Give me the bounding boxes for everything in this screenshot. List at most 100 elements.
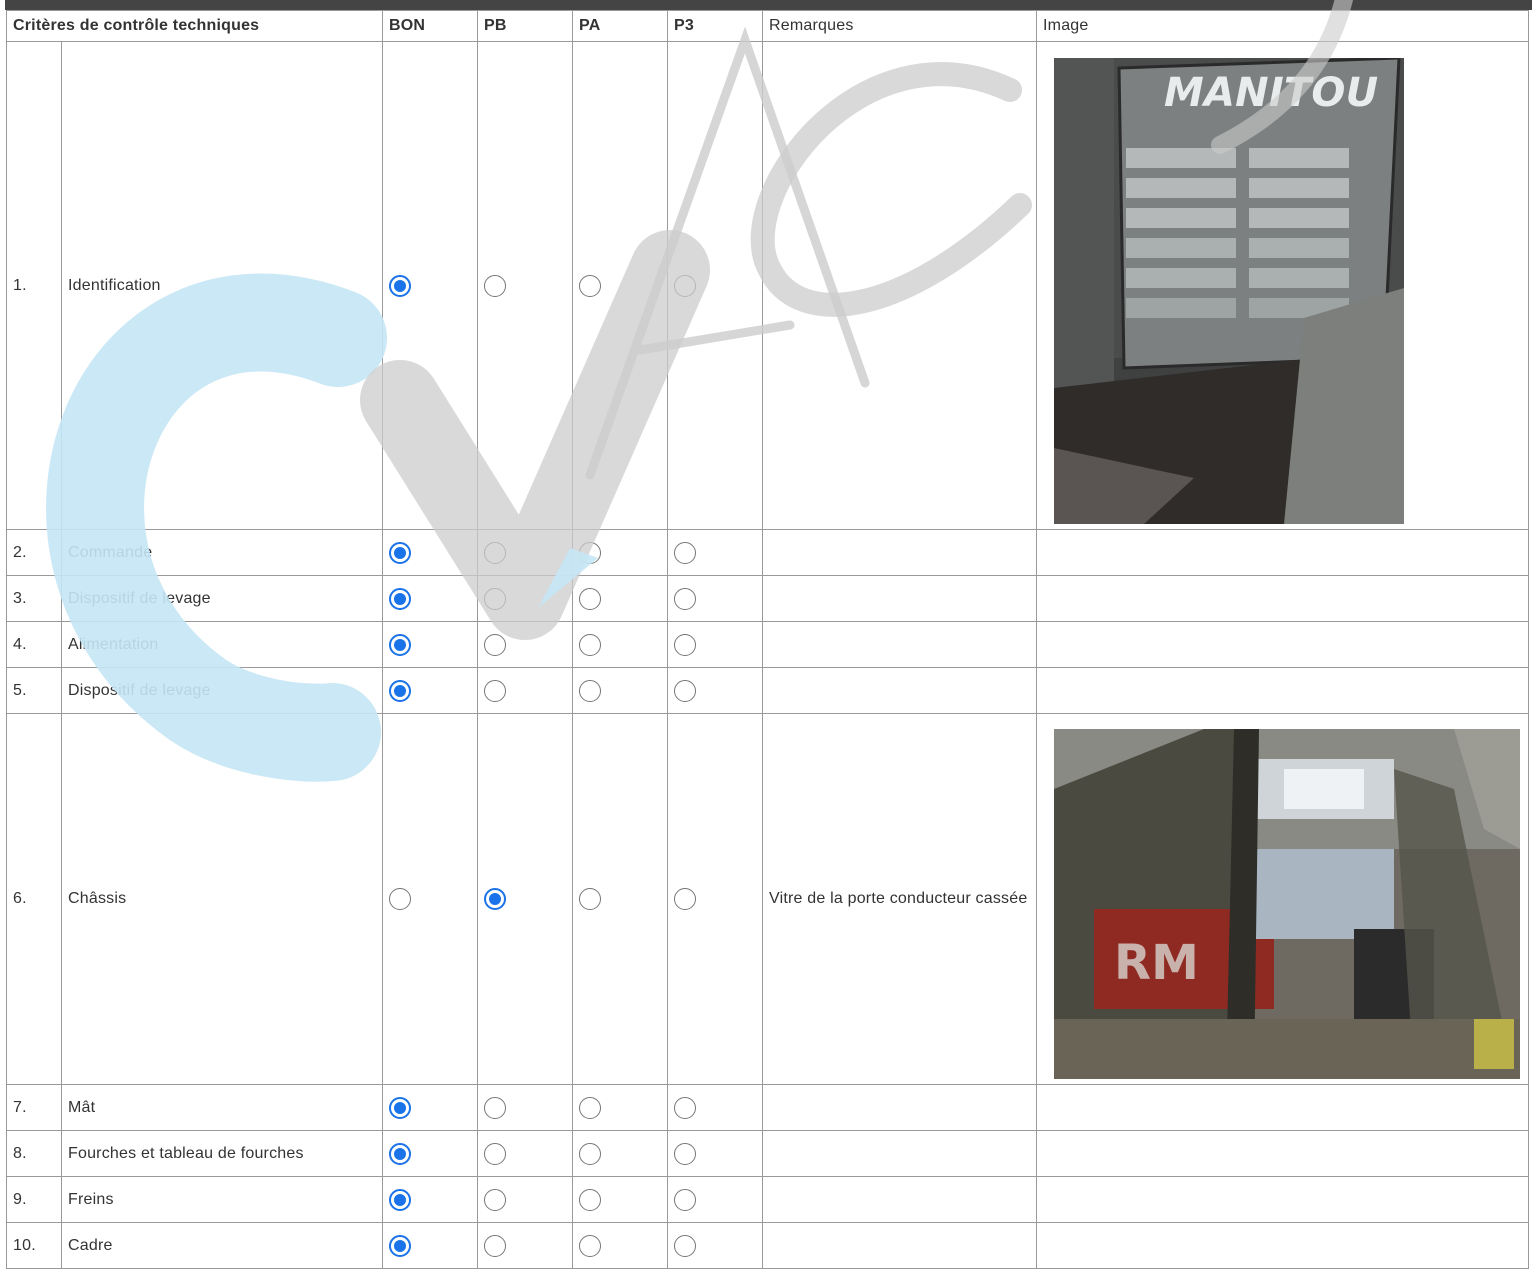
radio-cell-pb: [477, 1130, 574, 1177]
remarks-cell: [762, 621, 1038, 668]
row-number: 5.: [6, 667, 62, 714]
image-cell: [1036, 529, 1530, 576]
radio-pb[interactable]: [484, 1234, 507, 1257]
radio-pa[interactable]: [579, 274, 602, 297]
radio-pb[interactable]: [484, 1188, 507, 1211]
header-pb: PB: [477, 10, 574, 42]
radio-pa[interactable]: [579, 679, 602, 702]
radio-cell-p3: [667, 575, 764, 622]
radio-cell-bon: [382, 1222, 479, 1269]
radio-p3[interactable]: [674, 888, 697, 910]
radio-pa[interactable]: [579, 587, 602, 610]
radio-pa[interactable]: [579, 541, 602, 564]
radio-cell-pa: [572, 1222, 669, 1269]
radio-cell-p3: [667, 529, 764, 576]
image-cell: [1036, 1222, 1530, 1269]
radio-p3[interactable]: [674, 1142, 697, 1165]
table-row: 5. Dispositif de levage: [6, 667, 1530, 714]
radio-bon[interactable]: [389, 541, 412, 564]
radio-pb[interactable]: [484, 1096, 507, 1119]
radio-cell-pa: [572, 1130, 669, 1177]
table-row: 9. Freins: [6, 1176, 1530, 1223]
chassis-photo: RM: [1054, 729, 1521, 1079]
remarks-cell: [762, 667, 1038, 714]
control-table: Critères de contrôle techniques BON PB P…: [5, 10, 1530, 1269]
radio-cell-p3: [667, 1084, 764, 1131]
radio-bon[interactable]: [389, 274, 412, 297]
remarks-cell: Vitre de la porte conducteur cassée: [762, 713, 1038, 1085]
radio-bon[interactable]: [389, 888, 412, 910]
identification-photo: MANITOU: [1054, 57, 1405, 524]
radio-cell-bon: [382, 575, 479, 622]
radio-cell-bon: [382, 621, 479, 668]
radio-cell-pb: [477, 575, 574, 622]
radio-p3[interactable]: [674, 1234, 697, 1257]
radio-pb[interactable]: [484, 633, 507, 656]
radio-pb[interactable]: [484, 541, 507, 564]
radio-cell-pa: [572, 713, 669, 1085]
radio-pb[interactable]: [484, 1142, 507, 1165]
radio-p3[interactable]: [674, 541, 697, 564]
radio-cell-pb: [477, 529, 574, 576]
remarks-cell: [762, 1222, 1038, 1269]
row-number: 7.: [6, 1084, 62, 1131]
table-row: 2. Commande: [6, 529, 1530, 576]
radio-p3[interactable]: [674, 679, 697, 702]
radio-pa[interactable]: [579, 1096, 602, 1119]
radio-bon[interactable]: [389, 587, 412, 610]
radio-bon[interactable]: [389, 1142, 412, 1165]
remarks-cell: [762, 575, 1038, 622]
top-bar: [5, 0, 1532, 10]
radio-cell-p3: [667, 667, 764, 714]
radio-pb[interactable]: [484, 274, 507, 297]
radio-p3[interactable]: [674, 1096, 697, 1119]
radio-p3[interactable]: [674, 633, 697, 656]
row-number: 8.: [6, 1130, 62, 1177]
radio-pa[interactable]: [579, 633, 602, 656]
radio-bon[interactable]: [389, 1188, 412, 1211]
radio-pa[interactable]: [579, 1234, 602, 1257]
radio-pb[interactable]: [484, 888, 507, 910]
radio-cell-bon: [382, 1084, 479, 1131]
radio-pa[interactable]: [579, 1188, 602, 1211]
table-row: 6. Châssis Vitre de la porte conducteur ca…: [6, 713, 1530, 1085]
radio-p3[interactable]: [674, 1188, 697, 1211]
row-number: 2.: [6, 529, 62, 576]
criterion-label: Châssis: [60, 713, 384, 1085]
radio-bon[interactable]: [389, 1234, 412, 1257]
radio-cell-pb: [477, 713, 574, 1085]
radio-bon[interactable]: [389, 1096, 412, 1119]
radio-cell-pb: [477, 1176, 574, 1223]
header-p3: P3: [667, 10, 764, 42]
radio-pb[interactable]: [484, 587, 507, 610]
row-number: 3.: [6, 575, 62, 622]
image-cell: [1036, 575, 1530, 622]
radio-cell-pb: [477, 1084, 574, 1131]
radio-p3[interactable]: [674, 274, 697, 297]
image-cell: [1036, 1084, 1530, 1131]
image-cell: [1036, 667, 1530, 714]
criterion-label: Dispositif de levage: [60, 575, 384, 622]
criterion-label: Alimentation: [60, 621, 384, 668]
radio-cell-bon: [382, 529, 479, 576]
criterion-label: Mât: [60, 1084, 384, 1131]
remarks-cell: [762, 1176, 1038, 1223]
radio-cell-p3: [667, 621, 764, 668]
radio-cell-p3: [667, 1130, 764, 1177]
radio-cell-bon: [382, 41, 479, 530]
radio-pa[interactable]: [579, 888, 602, 910]
remarks-cell: [762, 41, 1038, 530]
radio-cell-pa: [572, 1176, 669, 1223]
radio-pb[interactable]: [484, 679, 507, 702]
header-bon: BON: [382, 10, 479, 42]
radio-p3[interactable]: [674, 587, 697, 610]
table-row: 1. Identification MANITOU: [6, 41, 1530, 530]
radio-bon[interactable]: [389, 633, 412, 656]
radio-cell-pa: [572, 41, 669, 530]
radio-cell-pa: [572, 529, 669, 576]
plate-brand: MANITOU: [1164, 70, 1378, 116]
radio-bon[interactable]: [389, 679, 412, 702]
row-number: 6.: [6, 713, 62, 1085]
radio-cell-bon: [382, 713, 479, 1085]
radio-pa[interactable]: [579, 1142, 602, 1165]
